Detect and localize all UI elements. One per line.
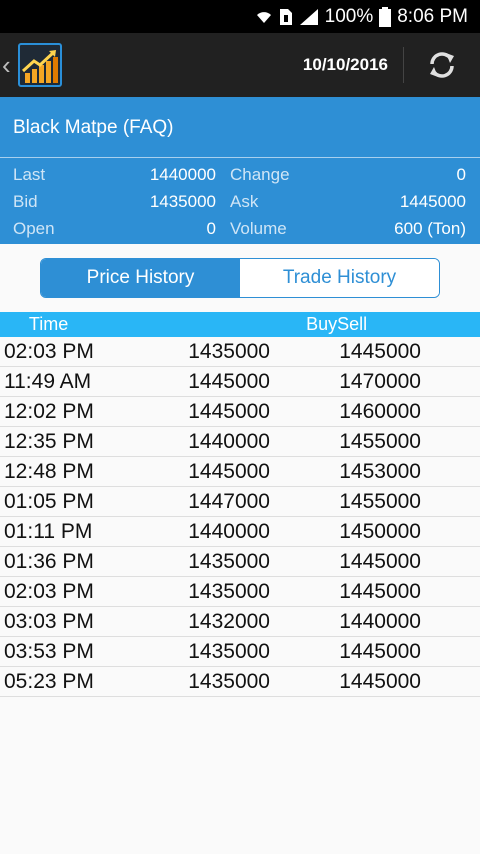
- row-sell: 1445000: [339, 339, 421, 363]
- divider: [403, 47, 404, 83]
- header-sell: Sell: [337, 314, 368, 334]
- row-sell: 1445000: [339, 669, 421, 693]
- signal-icon: [299, 8, 319, 26]
- row-time: 03:03 PM: [4, 609, 94, 633]
- clock: 8:06 PM: [397, 5, 468, 27]
- row-sell: 1453000: [339, 459, 421, 483]
- quote-volume: Volume 600 (Ton): [230, 215, 480, 242]
- row-time: 01:05 PM: [4, 489, 94, 513]
- row-buy: 1445000: [188, 459, 270, 483]
- table-row[interactable]: 02:03 PM 1435000 1445000: [0, 577, 480, 607]
- refresh-icon[interactable]: [424, 47, 460, 83]
- change-value: 0: [456, 164, 466, 184]
- row-sell: 1450000: [339, 519, 421, 543]
- row-sell: 1440000: [339, 609, 421, 633]
- row-buy: 1435000: [188, 549, 270, 573]
- ask-label: Ask: [230, 191, 259, 211]
- row-buy: 1440000: [188, 429, 270, 453]
- row-buy: 1447000: [188, 489, 270, 513]
- table-row[interactable]: 05:23 PM 1435000 1445000: [0, 667, 480, 697]
- row-sell: 1455000: [339, 429, 421, 453]
- app-bar: ‹ 10/10/2016: [0, 33, 480, 97]
- table-row[interactable]: 11:49 AM 1445000 1470000: [0, 367, 480, 397]
- table-row[interactable]: 01:11 PM 1440000 1450000: [0, 517, 480, 547]
- open-label: Open: [13, 218, 55, 238]
- row-time: 02:03 PM: [4, 339, 94, 363]
- table-row[interactable]: 02:03 PM 1435000 1445000: [0, 337, 480, 367]
- date-label[interactable]: 10/10/2016: [303, 33, 388, 97]
- open-value: 0: [206, 218, 216, 238]
- row-time: 01:36 PM: [4, 549, 94, 573]
- tab-trade-history[interactable]: Trade History: [240, 259, 439, 297]
- row-buy: 1432000: [188, 609, 270, 633]
- table-row[interactable]: 12:48 PM 1445000 1453000: [0, 457, 480, 487]
- row-buy: 1435000: [188, 669, 270, 693]
- volume-label: Volume: [230, 218, 287, 238]
- volume-value: 600 (Ton): [394, 218, 466, 238]
- quote-summary: Last 1440000 Change 0 Bid 1435000 Ask 14…: [0, 158, 480, 244]
- battery-percent: 100%: [324, 5, 374, 27]
- row-sell: 1460000: [339, 399, 421, 423]
- row-sell: 1445000: [339, 579, 421, 603]
- row-sell: 1455000: [339, 489, 421, 513]
- row-time: 03:53 PM: [4, 639, 94, 663]
- row-time: 01:11 PM: [4, 519, 93, 543]
- table-row[interactable]: 03:03 PM 1432000 1440000: [0, 607, 480, 637]
- row-buy: 1445000: [188, 369, 270, 393]
- ask-value: 1445000: [399, 191, 466, 211]
- quote-change: Change 0: [230, 161, 480, 188]
- row-buy: 1435000: [188, 579, 270, 603]
- bid-value: 1435000: [149, 191, 216, 211]
- status-bar: 100% 8:06 PM: [0, 0, 480, 33]
- row-sell: 1470000: [339, 369, 421, 393]
- last-value: 1440000: [149, 164, 216, 184]
- header-buy: Buy: [306, 314, 338, 334]
- row-time: 12:02 PM: [4, 399, 94, 423]
- row-sell: 1445000: [339, 549, 421, 573]
- quote-ask: Ask 1445000: [230, 188, 480, 215]
- history-tabs: Price History Trade History: [40, 258, 440, 298]
- row-time: 11:49 AM: [4, 369, 92, 393]
- table-row[interactable]: 03:53 PM 1435000 1445000: [0, 637, 480, 667]
- quote-open: Open 0: [0, 215, 230, 242]
- bid-label: Bid: [13, 191, 38, 211]
- row-time: 12:48 PM: [4, 459, 94, 483]
- commodity-name: Black Matpe (FAQ): [0, 97, 480, 158]
- table-header: Time Buy Sell: [0, 312, 480, 337]
- tab-price-history[interactable]: Price History: [41, 259, 240, 297]
- row-buy: 1435000: [188, 339, 270, 363]
- wifi-icon: [255, 8, 273, 26]
- row-time: 12:35 PM: [4, 429, 94, 453]
- row-buy: 1435000: [188, 639, 270, 663]
- change-label: Change: [230, 164, 290, 184]
- battery-icon: [379, 6, 392, 27]
- price-history-table: 02:03 PM 1435000 1445000 11:49 AM 1445000 14…: [0, 337, 480, 697]
- table-row[interactable]: 12:02 PM 1445000 1460000: [0, 397, 480, 427]
- table-row[interactable]: 01:36 PM 1435000 1445000: [0, 547, 480, 577]
- table-row[interactable]: 12:35 PM 1440000 1455000: [0, 427, 480, 457]
- header-time: Time: [28, 314, 69, 334]
- last-label: Last: [13, 164, 46, 184]
- row-time: 05:23 PM: [4, 669, 94, 693]
- history-tabs-container: Price History Trade History: [0, 244, 480, 312]
- row-buy: 1440000: [188, 519, 270, 543]
- row-buy: 1445000: [188, 399, 270, 423]
- chart-logo-icon[interactable]: [18, 43, 62, 87]
- row-time: 02:03 PM: [4, 579, 94, 603]
- table-row[interactable]: 01:05 PM 1447000 1455000: [0, 487, 480, 517]
- quote-bid: Bid 1435000: [0, 188, 230, 215]
- chevron-left-icon[interactable]: ‹: [2, 52, 18, 78]
- row-sell: 1445000: [339, 639, 421, 663]
- sim-icon: [279, 8, 293, 26]
- commodity-header: Black Matpe (FAQ) Last 1440000 Change 0 …: [0, 97, 480, 244]
- quote-last: Last 1440000: [0, 161, 230, 188]
